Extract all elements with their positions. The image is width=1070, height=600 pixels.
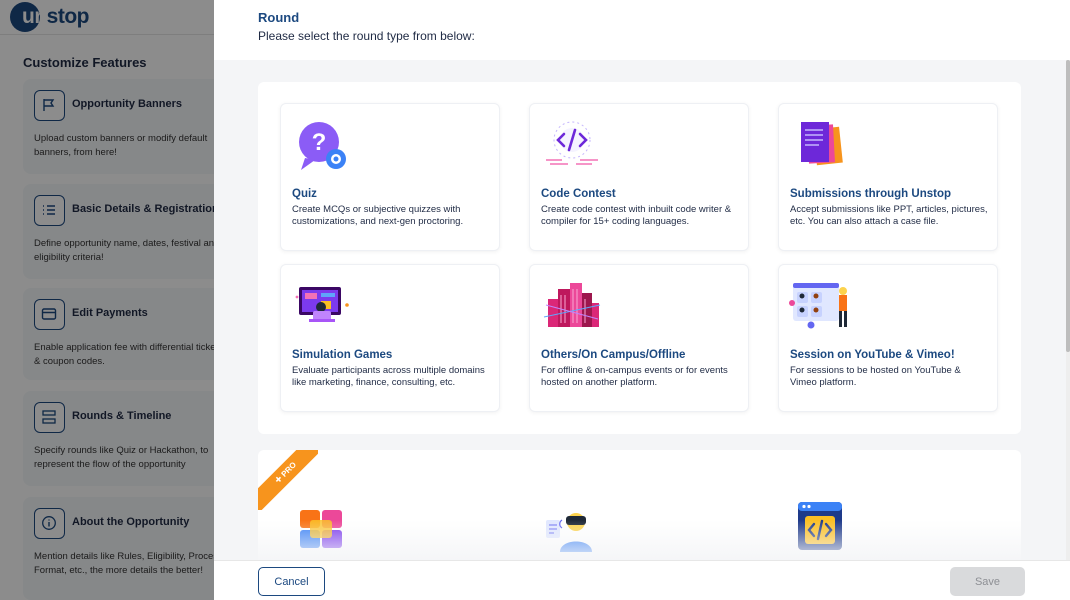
round-card-on-campus[interactable]: Others/On Campus/Offline For offline & o… [529, 264, 749, 412]
pro-badge: ✚ PRO [258, 450, 318, 510]
round-card-title: Others/On Campus/Offline [541, 349, 686, 361]
round-card-desc: Create MCQs or subjective quizzes with c… [292, 204, 464, 227]
cancel-button[interactable]: Cancel [258, 567, 325, 596]
simulation-icon [291, 275, 355, 339]
modal-header: Round Please select the round type from … [214, 0, 1070, 60]
modal-title: Round [258, 10, 300, 25]
city-icon [540, 275, 604, 339]
round-card-desc: Evaluate participants across multiple do… [292, 365, 485, 388]
video-call-icon [789, 275, 853, 339]
save-button[interactable]: Save [950, 567, 1025, 596]
round-card-desc: Create code contest with inbuilt code wr… [541, 204, 732, 227]
round-card-simulation-games[interactable]: Simulation Games Evaluate participants a… [280, 264, 500, 412]
round-card-quiz[interactable]: ? Quiz Create MCQs or subjective quizzes… [280, 103, 500, 251]
modal-footer [214, 560, 1070, 600]
code-icon [540, 114, 604, 178]
round-card-code-contest[interactable]: Code Contest Create code contest with in… [529, 103, 749, 251]
round-card-title: Session on YouTube & Vimeo! [790, 349, 955, 361]
scroll-fade [258, 520, 1021, 560]
round-type-modal: Round Please select the round type from … [214, 0, 1070, 600]
round-card-desc: For sessions to be hosted on YouTube & V… [790, 365, 961, 388]
quiz-icon: ? [291, 114, 355, 178]
scrollbar-thumb[interactable] [1066, 60, 1070, 352]
round-types-panel: ? Quiz Create MCQs or subjective quizzes… [258, 82, 1021, 434]
round-card-desc: Accept submissions like PPT, articles, p… [790, 204, 988, 227]
round-card-title: Code Contest [541, 188, 616, 200]
svg-text:?: ? [312, 129, 327, 156]
pro-badge-label: PRO [279, 460, 299, 479]
round-card-youtube-vimeo[interactable]: Session on YouTube & Vimeo! For sessions… [778, 264, 998, 412]
modal-subtitle: Please select the round type from below: [258, 29, 475, 43]
pro-ribbon: ✚ PRO [258, 450, 318, 510]
documents-icon [789, 114, 853, 178]
round-card-desc: For offline & on-campus events or for ev… [541, 365, 728, 388]
round-card-title: Submissions through Unstop [790, 188, 951, 200]
round-card-submissions[interactable]: Submissions through Unstop Accept submis… [778, 103, 998, 251]
round-card-title: Simulation Games [292, 349, 393, 361]
round-card-title: Quiz [292, 188, 317, 200]
